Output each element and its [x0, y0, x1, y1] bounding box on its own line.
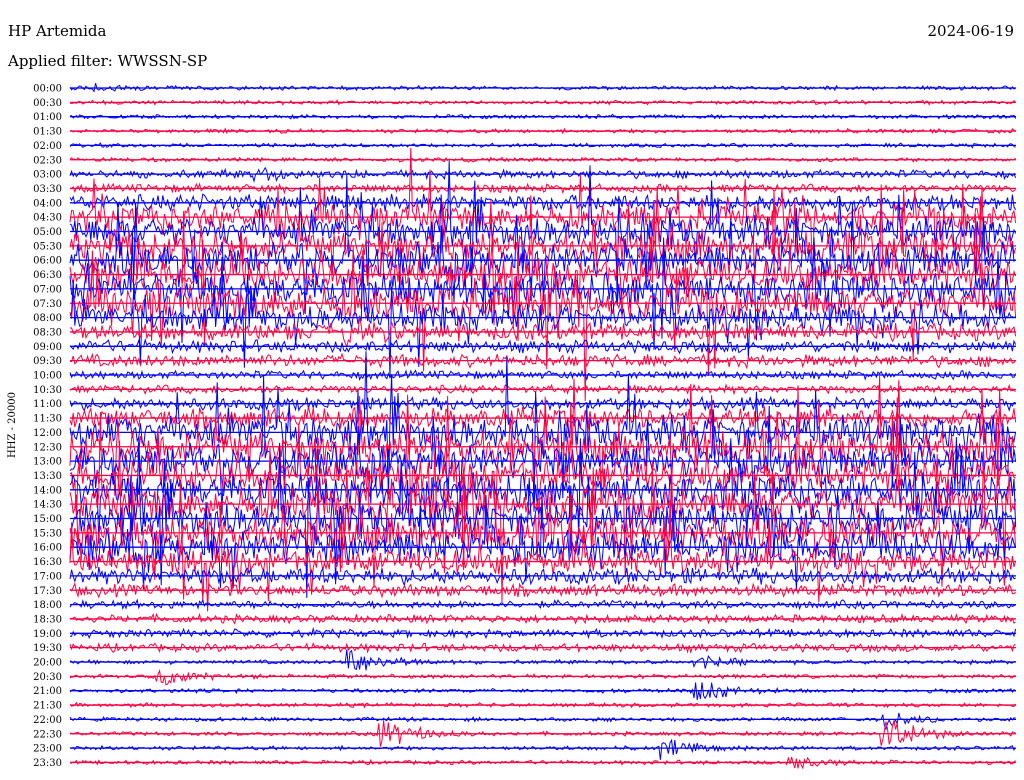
row-labels: 00:00 00:30 01:00 01:30 02:00 02:30 03:00 03:30… [33, 84, 62, 769]
row-label: 21:30 [33, 701, 62, 712]
row-label: 05:00 [33, 227, 62, 238]
row-label: 11:30 [33, 414, 62, 425]
date-label: 2024-06-19 [928, 22, 1014, 40]
row-label: 18:30 [33, 614, 62, 625]
row-label: 01:00 [33, 112, 62, 123]
trace-line [69, 668, 1016, 686]
row-label: 17:00 [33, 571, 62, 582]
row-label: 10:30 [33, 385, 62, 396]
row-label: 17:30 [33, 586, 62, 597]
row-label: 02:30 [33, 155, 62, 166]
filter-label: Applied filter: WWSSN-SP [7, 52, 207, 70]
row-label: 08:30 [33, 327, 62, 338]
row-label: 18:00 [33, 600, 62, 611]
trace-line [69, 738, 1017, 760]
traces [69, 83, 1017, 770]
row-label: 04:30 [33, 213, 62, 224]
row-label: 12:00 [33, 428, 62, 439]
row-label: 09:00 [33, 342, 62, 353]
row-label: 15:00 [33, 514, 62, 525]
row-label: 19:00 [33, 629, 62, 640]
row-label: 23:30 [33, 758, 62, 769]
row-label: 19:30 [33, 643, 62, 654]
trace-line [69, 712, 1016, 731]
row-label: 04:00 [33, 198, 62, 209]
trace-line [69, 83, 1016, 93]
row-label: 14:30 [33, 500, 62, 511]
row-label: 13:30 [33, 471, 62, 482]
helicorder-chart: HP Artemida Applied filter: WWSSN-SP 202… [7, 22, 1017, 770]
row-label: 08:00 [33, 313, 62, 324]
row-label: 22:30 [33, 729, 62, 740]
row-label: 12:30 [33, 442, 62, 453]
row-label: 09:30 [33, 356, 62, 367]
row-label: 01:30 [33, 127, 62, 138]
row-label: 05:30 [33, 241, 62, 252]
row-label: 03:30 [33, 184, 62, 195]
row-label: 13:00 [33, 457, 62, 468]
row-label: 03:00 [33, 170, 62, 181]
row-label: 10:00 [33, 371, 62, 382]
station-title: HP Artemida [8, 22, 106, 40]
row-label: 20:00 [33, 658, 62, 669]
row-label: 06:30 [33, 270, 62, 281]
row-label: 16:30 [33, 557, 62, 568]
row-label: 02:00 [33, 141, 62, 152]
row-label: 07:00 [33, 284, 62, 295]
y-axis-label: HHZ - 20000 [7, 392, 18, 458]
row-label: 23:00 [33, 744, 62, 755]
row-label: 20:30 [33, 672, 62, 683]
row-label: 16:00 [33, 543, 62, 554]
row-label: 21:00 [33, 686, 62, 697]
trace-line [69, 649, 1016, 671]
row-label: 00:30 [33, 98, 62, 109]
row-label: 00:00 [33, 84, 62, 95]
row-label: 22:00 [33, 715, 62, 726]
row-label: 06:00 [33, 256, 62, 267]
row-label: 11:00 [33, 399, 62, 410]
row-label: 14:00 [33, 485, 62, 496]
row-label: 07:30 [33, 299, 62, 310]
row-label: 15:30 [33, 528, 62, 539]
